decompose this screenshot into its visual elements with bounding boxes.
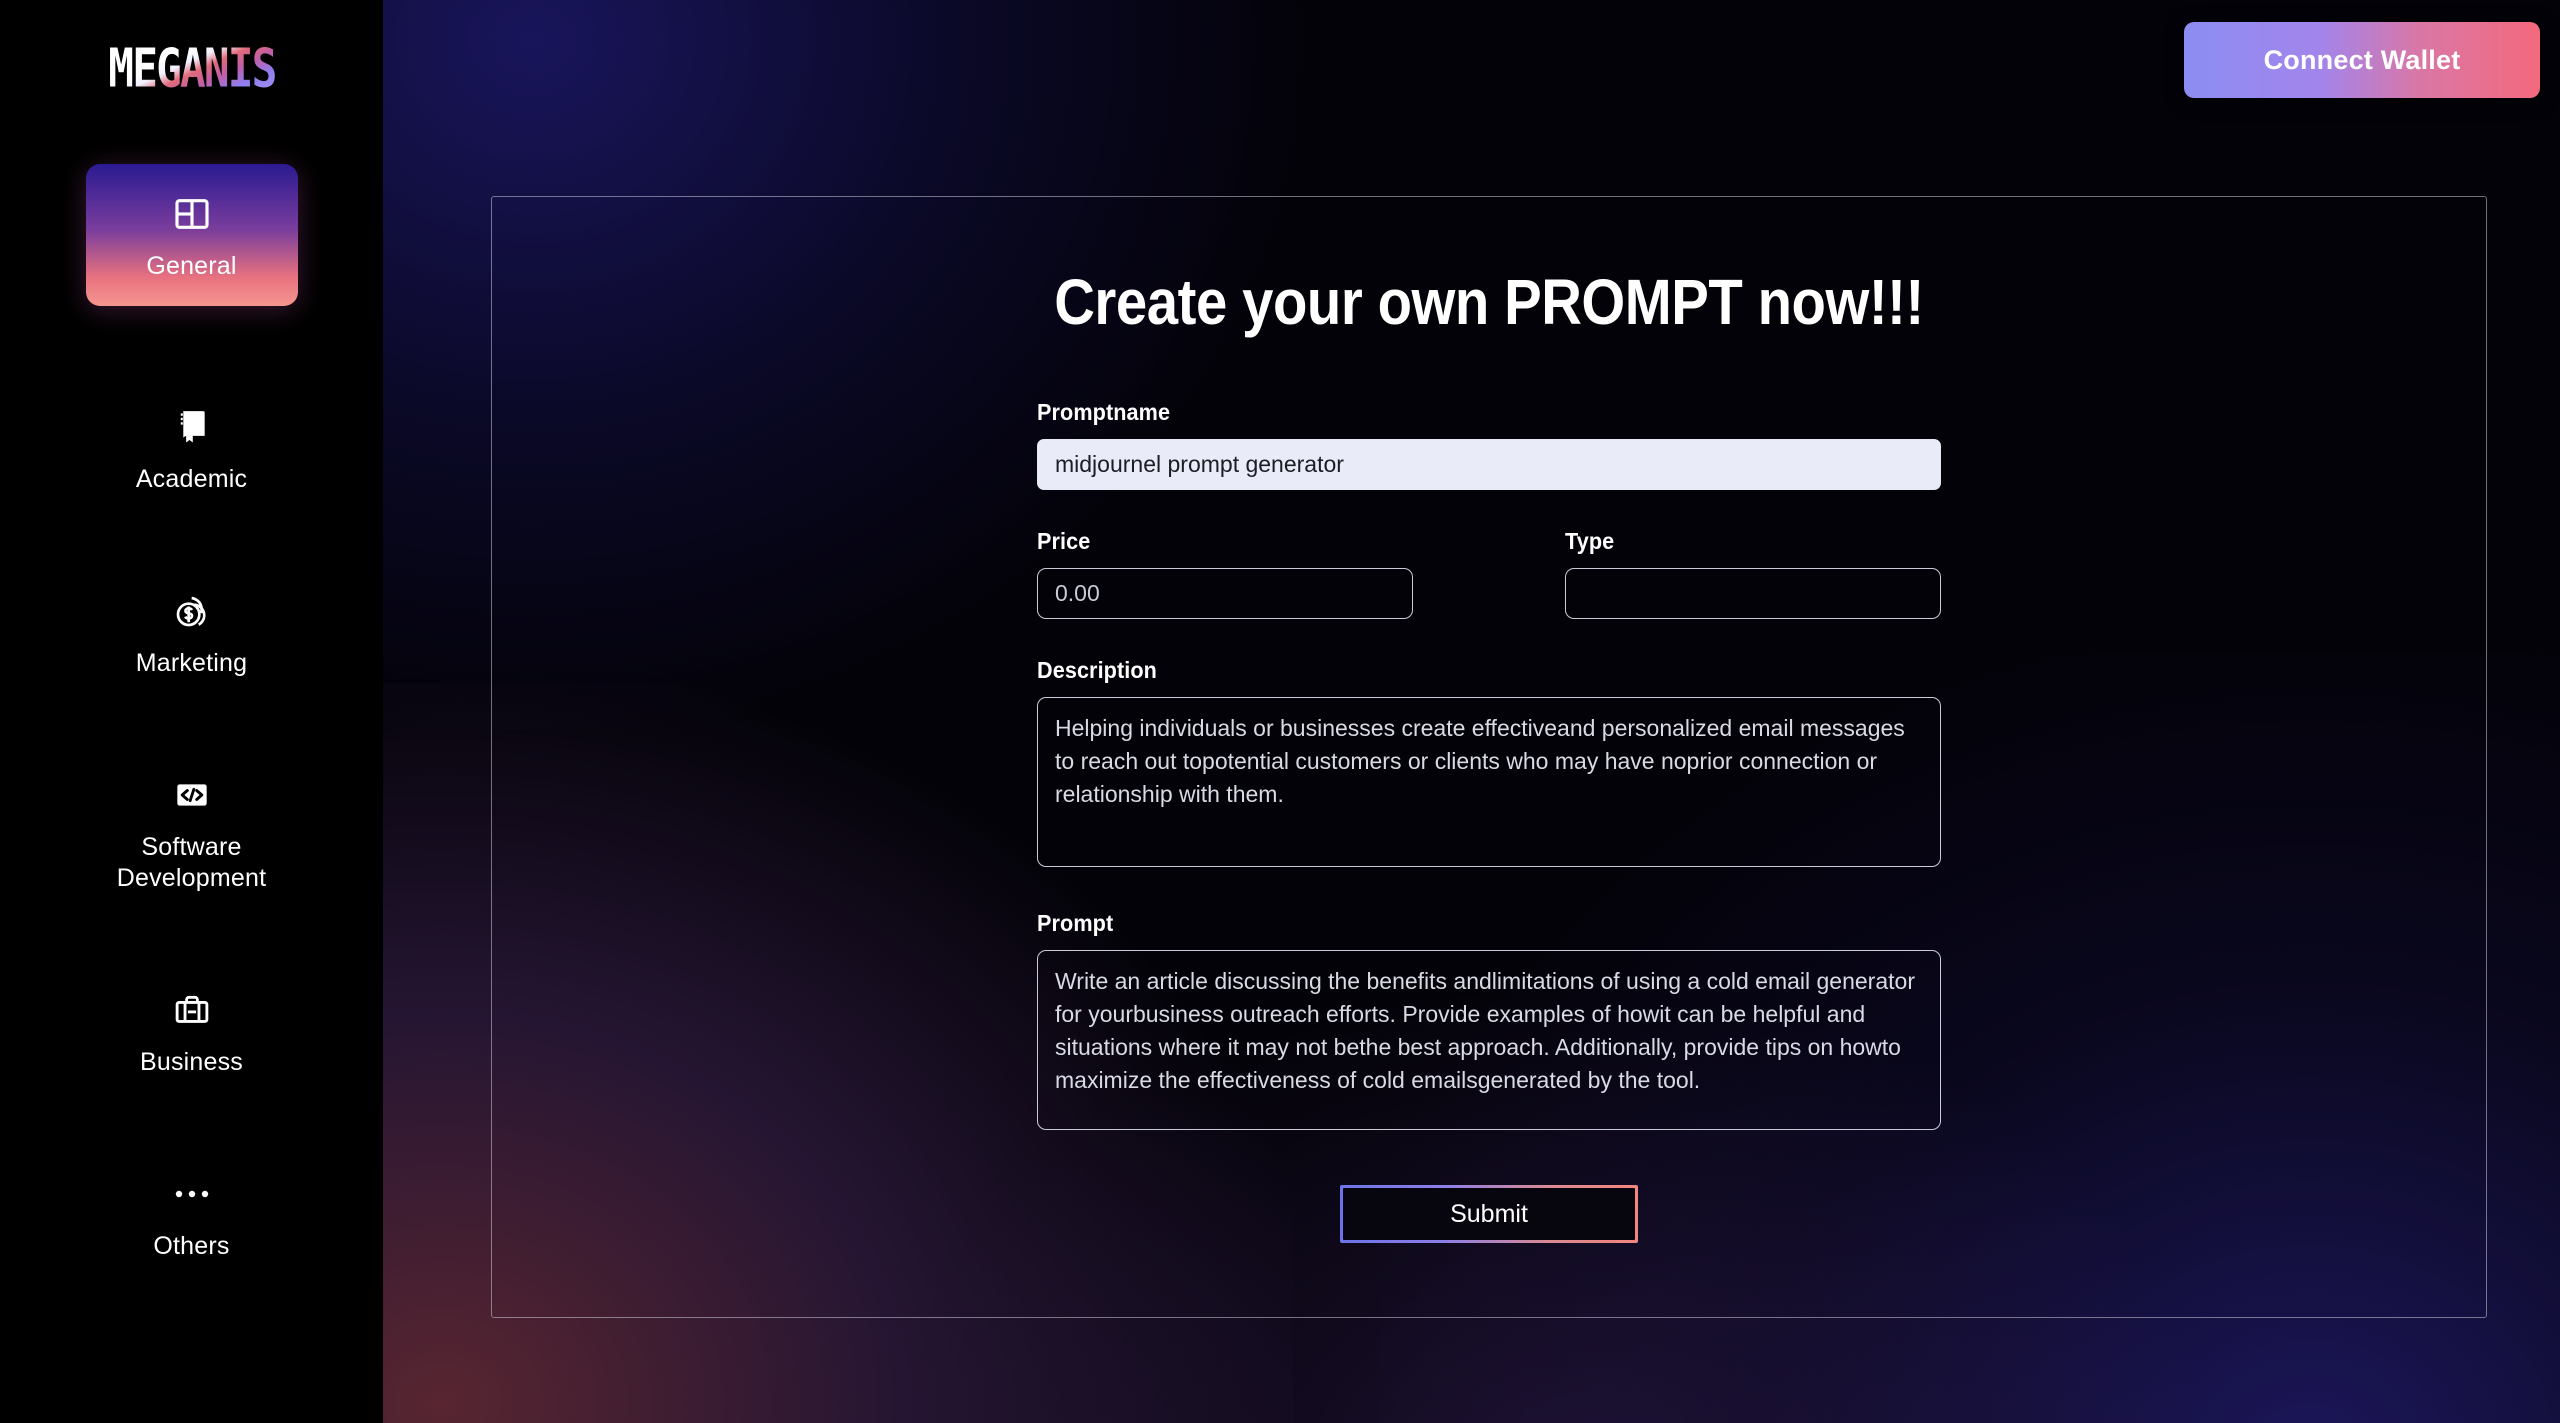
briefcase-icon xyxy=(169,987,215,1033)
sidebar-nav: General Academic Marketing Software Deve… xyxy=(0,164,383,1337)
ellipsis-icon xyxy=(169,1171,215,1217)
sidebar-item-general[interactable]: General xyxy=(85,164,298,306)
prompt-field-group: Prompt xyxy=(1037,910,1941,1135)
sidebar-item-academic-label: Academic xyxy=(135,465,248,494)
prompt-textarea[interactable] xyxy=(1037,950,1941,1130)
type-input[interactable] xyxy=(1565,568,1941,619)
sidebar-item-others-label: Others xyxy=(153,1231,230,1260)
sidebar-item-business-label: Business xyxy=(139,1047,244,1076)
sidebar-item-business[interactable]: Business xyxy=(86,969,298,1093)
sidebar-item-software-development[interactable]: Software Development xyxy=(86,754,298,909)
submit-button-label: Submit xyxy=(1343,1188,1635,1240)
price-type-row: Price Type xyxy=(1037,528,1941,619)
create-prompt-form: Promptname Price Type Descr xyxy=(1037,399,1941,1243)
submit-button[interactable]: Submit xyxy=(1340,1185,1638,1243)
brand-logo-text: MEGANIS xyxy=(107,36,277,100)
connect-wallet-button[interactable]: Connect Wallet xyxy=(2184,22,2540,98)
price-field-group: Price xyxy=(1037,528,1413,619)
layout-panel-icon xyxy=(169,191,215,237)
prompt-label: Prompt xyxy=(1037,910,1114,936)
sidebar-item-academic[interactable]: Academic xyxy=(86,386,298,510)
description-field-group: Description xyxy=(1037,657,1941,872)
submit-row: Submit xyxy=(1037,1185,1941,1243)
main-content: Connect Wallet Create your own PROMPT no… xyxy=(383,0,2560,1423)
type-field-group: Type xyxy=(1565,528,1941,619)
sidebar-item-marketing-label: Marketing xyxy=(135,649,248,678)
price-input[interactable] xyxy=(1037,568,1413,619)
description-label: Description xyxy=(1037,657,1157,683)
create-prompt-card: Create your own PROMPT now!!! Promptname… xyxy=(491,196,2487,1318)
description-textarea[interactable] xyxy=(1037,697,1941,867)
brand-logo[interactable]: MEGANIS xyxy=(0,32,383,104)
sidebar: MEGANIS General Academic Marketing Softw… xyxy=(0,0,383,1423)
sidebar-item-marketing[interactable]: Marketing xyxy=(86,570,298,694)
topbar: Connect Wallet xyxy=(383,0,2560,120)
promptname-label: Promptname xyxy=(1037,399,1171,425)
code-brackets-icon xyxy=(169,772,215,818)
sidebar-item-software-development-label: Software Development xyxy=(116,833,267,893)
promptname-input[interactable] xyxy=(1037,439,1941,490)
sidebar-item-general-label: General xyxy=(146,252,237,281)
price-label: Price xyxy=(1037,528,1091,554)
type-label: Type xyxy=(1565,528,1615,554)
coins-dollar-icon xyxy=(169,588,215,634)
app-root: MEGANIS General Academic Marketing Softw… xyxy=(0,0,2560,1423)
page-title: Create your own PROMPT now!!! xyxy=(1054,266,1924,338)
notebook-bookmark-icon xyxy=(169,404,215,450)
promptname-field-group: Promptname xyxy=(1037,399,1941,490)
sidebar-item-others[interactable]: Others xyxy=(86,1153,298,1277)
